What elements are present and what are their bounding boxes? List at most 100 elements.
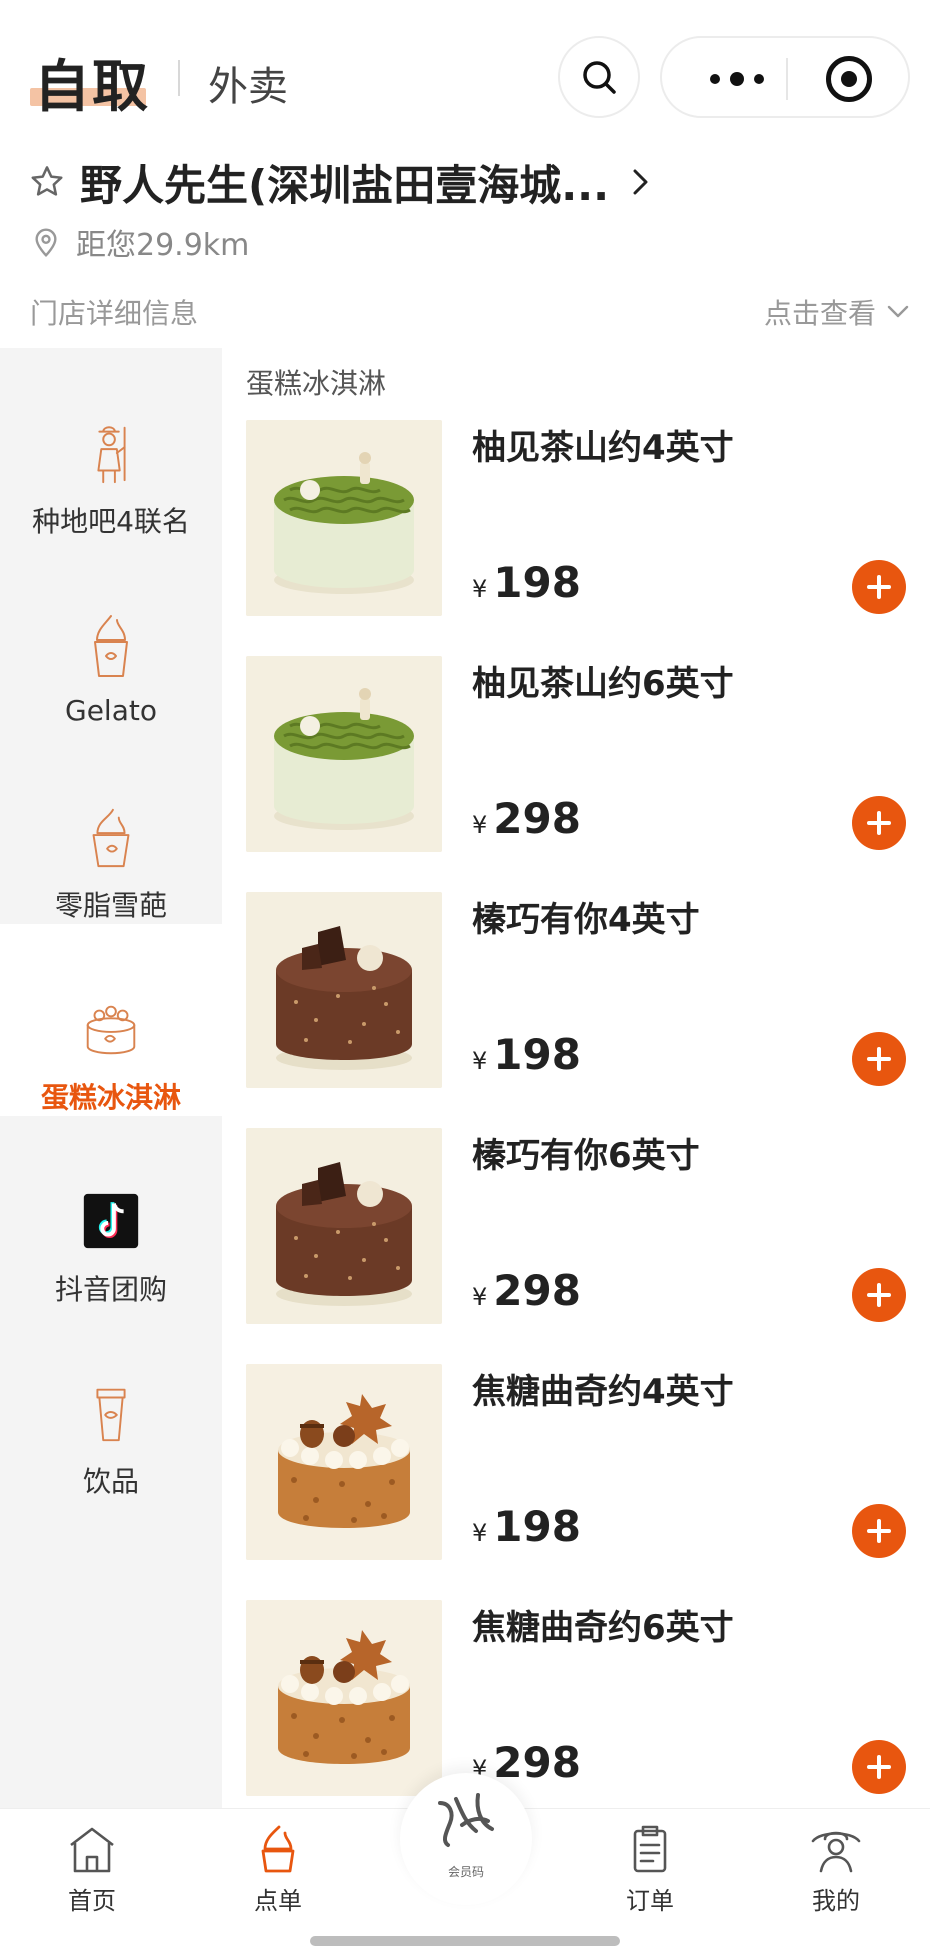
add-to-cart-button[interactable] [852,1504,906,1558]
sorbet-cup-icon [92,808,130,868]
price-value: 198 [493,1030,581,1079]
tab-profile[interactable]: 我的 [776,1823,896,1916]
distance-text: 距您29.9km [76,228,250,263]
tab-order-label: 点单 [254,1887,302,1915]
more-dot-icon [730,72,744,86]
sidebar-item-label: 种地吧4联名 [32,505,190,538]
price-value: 198 [493,1502,581,1551]
more-menu-button[interactable] [692,62,782,96]
price-value: 198 [493,558,581,607]
product-image[interactable] [246,1128,442,1324]
sidebar-item-label: 蛋糕冰淇淋 [40,1081,181,1114]
add-to-cart-button[interactable] [852,1032,906,1086]
right-gutter [930,348,948,1948]
product-price: ¥ 298 [472,794,581,843]
tab-home[interactable]: 首页 [32,1823,152,1916]
drink-cup-icon [96,1388,126,1442]
search-button[interactable] [558,36,640,118]
sidebar-item-sorbet[interactable]: 零脂雪葩 [0,732,222,924]
product-price: ¥ 198 [472,1502,581,1551]
close-miniprogram-button[interactable] [826,56,872,102]
farmer-icon [97,426,126,484]
sidebar-item-zhongdiba[interactable]: 种地吧4联名 [0,348,222,540]
add-to-cart-button[interactable] [852,1268,906,1322]
tab-profile-label: 我的 [812,1887,860,1915]
add-to-cart-button[interactable] [852,560,906,614]
sidebar-item-label: 饮品 [82,1465,139,1498]
tab-home-label: 首页 [68,1887,116,1915]
home-icon [70,1827,114,1873]
tab-orders-label: 订单 [626,1887,674,1915]
chevron-right-icon [633,169,648,195]
product-image[interactable] [246,656,442,852]
product-card[interactable]: 焦糖曲奇约6英寸 ¥ 298 [246,1600,922,1800]
bottom-tab-bar: 首页 点单 会员码 订单 我的 [0,1773,930,1928]
caramel-cake-image [246,1364,442,1560]
home-indicator[interactable] [310,1936,620,1946]
product-card[interactable]: 榛巧有你6英寸 ¥ 298 [246,1128,922,1328]
plus-icon [867,1047,891,1071]
tab-pickup-label: 自取 [34,55,150,120]
product-image[interactable] [246,420,442,616]
section-title: 蛋糕冰淇淋 [246,367,387,400]
douyin-logo-icon [83,1193,139,1249]
price-value: 298 [493,794,581,843]
plus-icon [867,1755,891,1779]
member-code-button[interactable]: 会员码 [400,1773,532,1905]
product-image[interactable] [246,1600,442,1796]
product-image[interactable] [246,892,442,1088]
product-price: ¥ 198 [472,558,581,607]
caramel-cake-image [246,1600,442,1796]
chocolate-cake-image [246,892,442,1088]
price-value: 298 [493,1738,581,1787]
product-card[interactable]: 柚见茶山约6英寸 ¥ 298 [246,656,922,856]
sidebar-item-label: 抖音团购 [54,1273,167,1306]
store-detail-row: 门店详细信息 点击查看 [30,292,910,332]
star-outline-icon[interactable] [28,163,66,201]
tab-pickup[interactable]: 自取 [34,42,150,123]
product-image[interactable] [246,1364,442,1560]
store-distance: 距您29.9km [30,220,249,264]
price-value: 298 [493,1266,581,1315]
sidebar-item-label: 零脂雪葩 [54,889,167,922]
tab-order[interactable]: 点单 [218,1823,338,1916]
matcha-cake-image [246,656,442,852]
product-card[interactable]: 焦糖曲奇约4英寸 ¥ 198 [246,1364,922,1564]
product-price: ¥ 298 [472,1266,581,1315]
top-header: 自取 外卖 [0,0,948,150]
product-name: 榛巧有你6英寸 [472,1136,700,1176]
tab-delivery[interactable]: 外卖 [208,54,288,112]
miniprogram-capsule [660,36,910,118]
add-to-cart-button[interactable] [852,796,906,850]
product-card[interactable]: 榛巧有你4英寸 ¥ 198 [246,892,922,1092]
product-name: 柚见茶山约4英寸 [472,428,734,468]
view-store-details-button[interactable]: 点击查看 [764,292,910,332]
plus-icon [867,575,891,599]
tab-orders[interactable]: 订单 [590,1823,710,1916]
product-name: 焦糖曲奇约4英寸 [472,1372,734,1412]
order-cone-icon [261,1825,295,1873]
location-pin-icon [35,228,57,258]
product-card[interactable]: 柚见茶山约4英寸 ¥ 198 [246,420,922,620]
sidebar-item-drinks[interactable]: 饮品 [0,1308,222,1500]
store-selector[interactable]: 野人先生(深圳盐田壹海城... [28,154,651,210]
store-name: 野人先生(深圳盐田壹海城... [80,160,610,210]
more-dot-icon [754,74,764,84]
product-name: 榛巧有你4英寸 [472,900,700,940]
product-price: ¥ 198 [472,1030,581,1079]
price-currency: ¥ [472,1519,488,1547]
member-code-label: 会员码 [447,1865,484,1879]
sidebar-item-cake-ice-cream[interactable]: 蛋糕冰淇淋 [0,924,222,1116]
receipt-icon [633,1825,667,1873]
view-details-label: 点击查看 [763,297,876,330]
product-name: 焦糖曲奇约6英寸 [472,1608,734,1648]
plus-icon [867,811,891,835]
target-icon [841,71,857,87]
sidebar-item-douyin[interactable]: 抖音团购 [0,1116,222,1308]
add-to-cart-button[interactable] [852,1740,906,1794]
more-dot-icon [710,74,720,84]
chevron-down-icon [887,305,909,318]
profile-icon [811,1831,861,1873]
sidebar-item-gelato[interactable]: Gelato [0,540,222,732]
tab-divider [178,60,180,96]
